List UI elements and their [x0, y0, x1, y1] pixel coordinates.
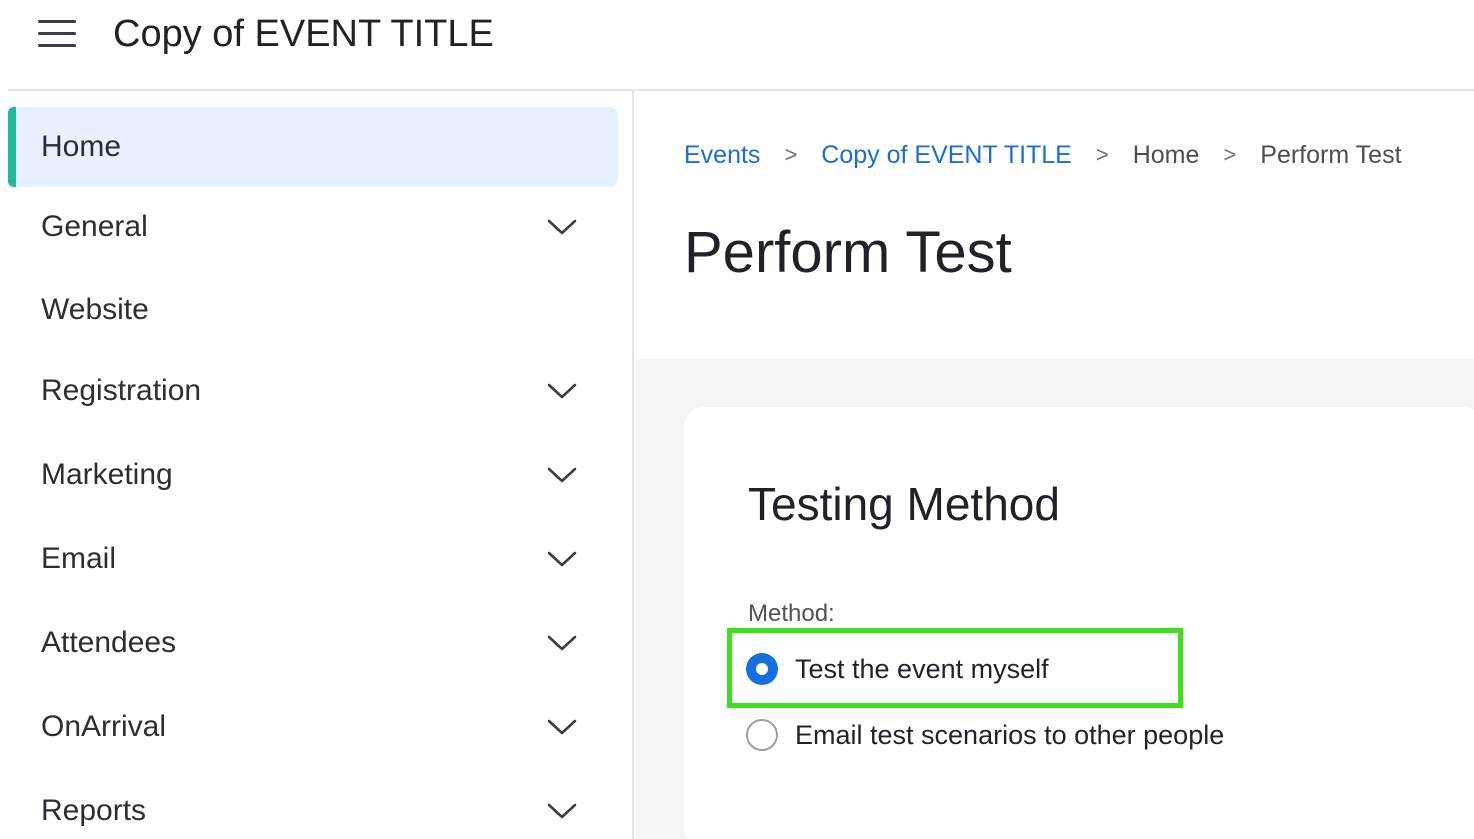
- sidebar-item-onarrival[interactable]: OnArrival: [8, 687, 618, 767]
- sidebar-item-label: Marketing: [41, 458, 173, 491]
- chevron-down-icon[interactable]: [546, 217, 578, 237]
- breadcrumb-separator: >: [1223, 142, 1237, 167]
- radio-unselected-icon[interactable]: [746, 719, 778, 751]
- sidebar-item-label: OnArrival: [41, 710, 167, 743]
- chevron-down-icon[interactable]: [546, 633, 578, 653]
- breadcrumb-separator: >: [1095, 142, 1109, 167]
- sidebar-item-label: General: [41, 210, 148, 243]
- section-title: Testing Method: [748, 478, 1060, 530]
- radio-option-test-myself[interactable]: Test the event myself: [746, 649, 1049, 689]
- sidebar-item-attendees[interactable]: Attendees: [8, 603, 618, 683]
- sidebar-item-marketing[interactable]: Marketing: [8, 435, 618, 515]
- radio-option-label: Email test scenarios to other people: [795, 719, 1225, 750]
- chevron-down-icon[interactable]: [546, 465, 578, 485]
- breadcrumb-current: Perform Test: [1260, 140, 1402, 169]
- breadcrumb-event-link[interactable]: Copy of EVENT TITLE: [821, 141, 1072, 170]
- hamburger-menu-icon[interactable]: [38, 20, 76, 48]
- sidebar-item-label: Registration: [41, 374, 202, 407]
- sidebar-item-home[interactable]: Home: [8, 107, 618, 187]
- sidebar-item-website[interactable]: Website: [8, 270, 618, 350]
- main-content: Testing Method Method: Test the event my…: [636, 359, 1474, 839]
- breadcrumb-events-link[interactable]: Events: [684, 141, 760, 170]
- breadcrumb-home: Home: [1132, 140, 1200, 169]
- sidebar-item-registration[interactable]: Registration: [8, 351, 618, 431]
- radio-selected-icon[interactable]: [746, 653, 778, 685]
- sidebar-item-label: Email: [41, 542, 117, 575]
- event-title: Copy of EVENT TITLE: [113, 13, 494, 55]
- top-bar: Copy of EVENT TITLE: [0, 0, 1474, 91]
- breadcrumb: Events > Copy of EVENT TITLE > Home > Pe…: [684, 139, 1402, 171]
- chevron-down-icon[interactable]: [546, 549, 578, 569]
- sidebar-item-reports[interactable]: Reports: [8, 771, 618, 839]
- sidebar-item-label: Attendees: [41, 626, 177, 659]
- sidebar-nav: Home General Website Registration Market…: [8, 91, 634, 839]
- page-title: Perform Test: [684, 220, 1012, 285]
- breadcrumb-separator: >: [784, 142, 798, 167]
- chevron-down-icon[interactable]: [546, 717, 578, 737]
- sidebar-item-email[interactable]: Email: [8, 519, 618, 599]
- radio-option-email-others[interactable]: Email test scenarios to other people: [746, 715, 1224, 755]
- method-field-label: Method:: [748, 600, 835, 627]
- testing-method-card: Testing Method Method: Test the event my…: [684, 407, 1474, 839]
- radio-option-label: Test the event myself: [795, 653, 1049, 684]
- chevron-down-icon[interactable]: [546, 381, 578, 401]
- page-header: Events > Copy of EVENT TITLE > Home > Pe…: [636, 91, 1474, 359]
- sidebar-item-general[interactable]: General: [8, 187, 618, 267]
- chevron-down-icon[interactable]: [546, 801, 578, 821]
- sidebar-item-label: Home: [41, 130, 122, 163]
- sidebar-item-label: Reports: [41, 794, 147, 827]
- sidebar-item-label: Website: [41, 293, 149, 326]
